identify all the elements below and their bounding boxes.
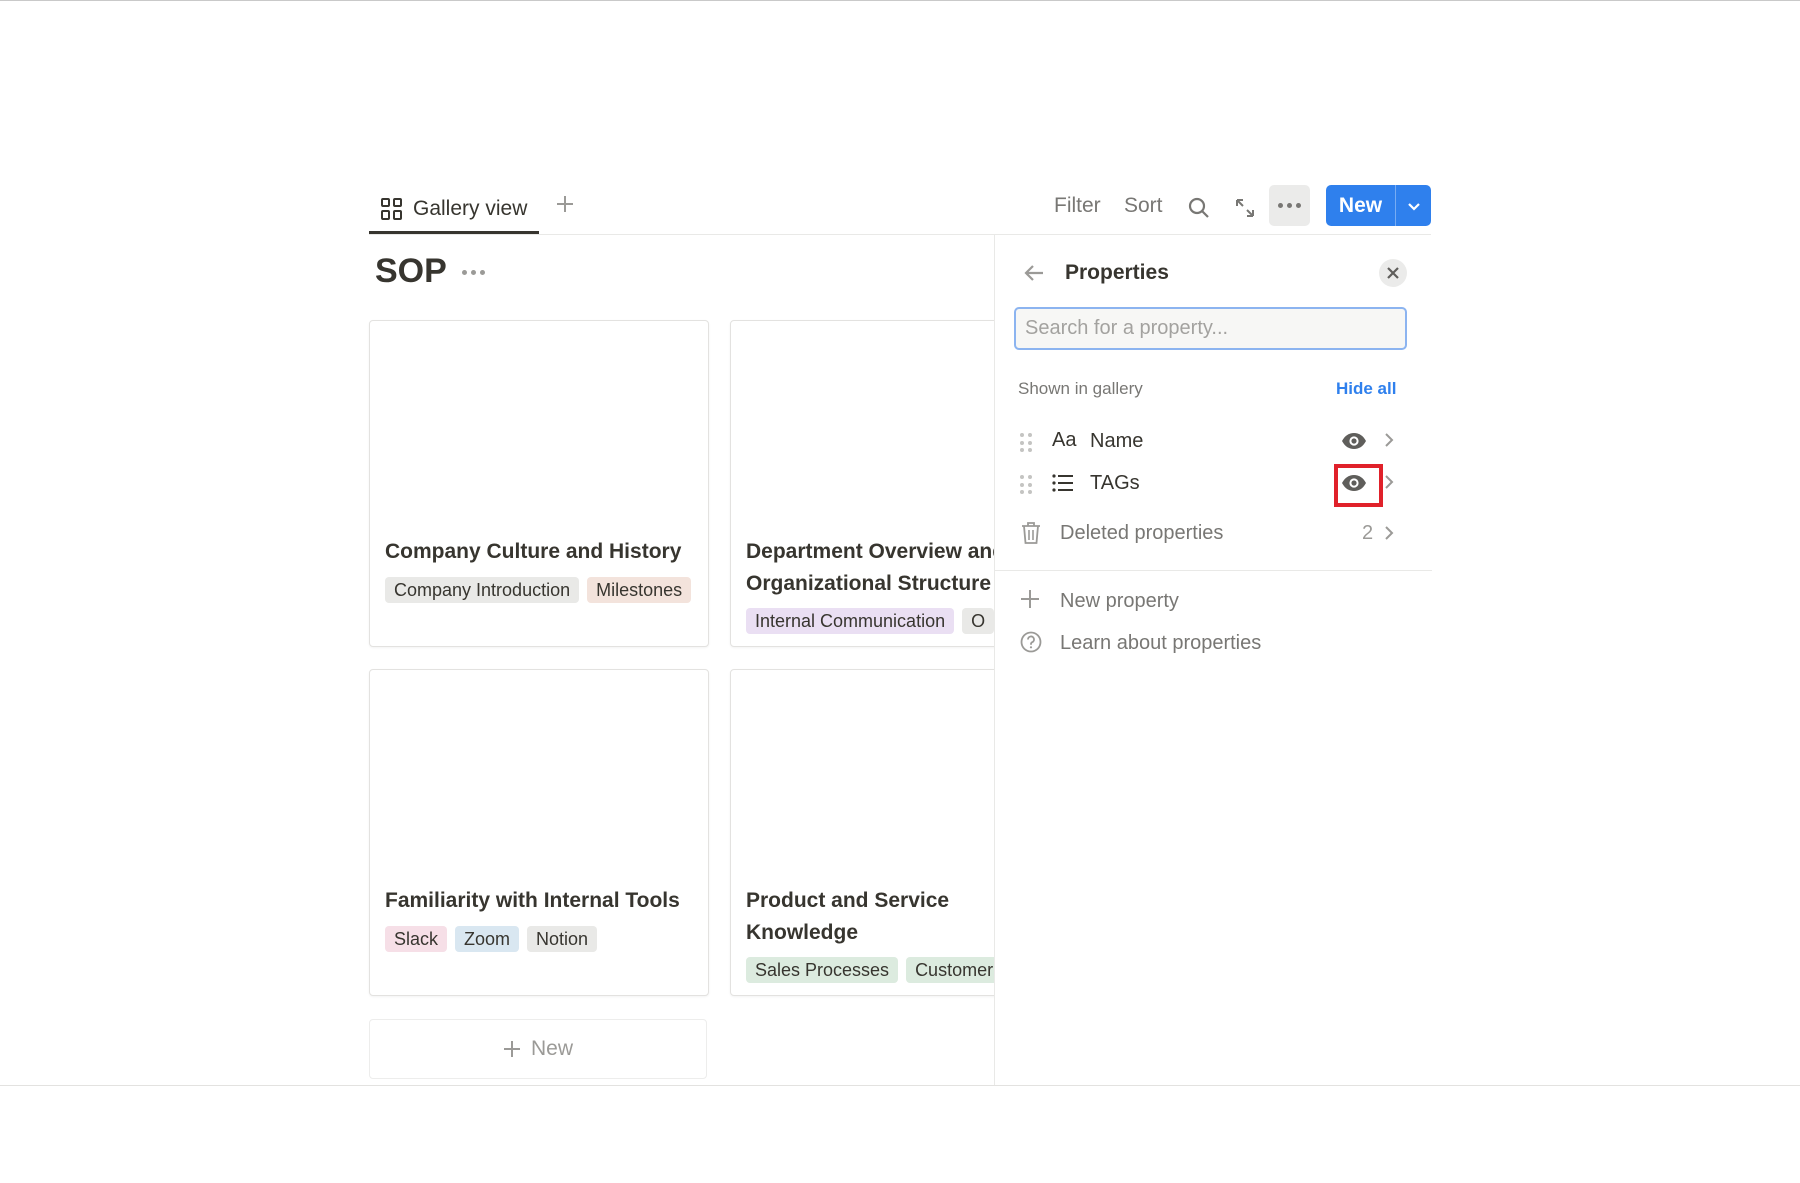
- properties-panel: Properties Shown in gallery Hide all Aa …: [994, 235, 1432, 1085]
- plus-icon: [557, 196, 573, 212]
- dot: [1020, 440, 1024, 445]
- dot: [1296, 203, 1301, 208]
- list-icon: [1052, 474, 1074, 498]
- deleted-properties-row[interactable]: Deleted properties 2: [1014, 517, 1414, 553]
- tag: Company Introduction: [385, 577, 580, 603]
- plus-icon: [1020, 589, 1040, 614]
- new-button-group: New: [1326, 185, 1431, 226]
- gallery-new-button[interactable]: New: [369, 1019, 707, 1079]
- tag: Zoom: [455, 926, 520, 952]
- card-tags: Company Introduction Milestones: [385, 577, 692, 603]
- chevron-right-icon[interactable]: [1384, 474, 1394, 495]
- tag: Internal Communication: [746, 608, 955, 634]
- card-title: Product and Service Knowledge: [746, 889, 950, 944]
- gallery-card[interactable]: Department Overview and Organizational S…: [730, 320, 995, 647]
- tag: Slack: [385, 926, 448, 952]
- property-name: Name: [1090, 430, 1144, 452]
- text-type-icon: Aa: [1052, 429, 1077, 451]
- card-tags: Sales Processes Customer: [746, 957, 995, 983]
- tab-gallery-view-label: Gallery view: [413, 196, 528, 220]
- dot: [1020, 433, 1024, 437]
- section-label-shown: Shown in gallery: [1018, 379, 1143, 398]
- dot: [1028, 448, 1032, 453]
- top-border: [0, 0, 1800, 1]
- gallery-card[interactable]: Company Culture and History Company Intr…: [369, 320, 709, 647]
- card-tags: Internal Communication O: [746, 608, 995, 634]
- card-title: Company Culture and History: [385, 540, 682, 563]
- dot: [1028, 490, 1032, 495]
- property-row-name[interactable]: Aa Name: [1014, 423, 1414, 461]
- dot: [1020, 448, 1024, 453]
- learn-about-properties-label: Learn about properties: [1060, 632, 1262, 654]
- property-row-tags[interactable]: TAGs: [1014, 464, 1414, 507]
- search-button[interactable]: [1183, 192, 1215, 224]
- deleted-properties-count: 2: [1362, 522, 1374, 544]
- close-icon: [1387, 267, 1399, 279]
- card-title: Department Overview and Organizational S…: [746, 540, 995, 595]
- property-name: TAGs: [1090, 472, 1140, 494]
- panel-divider: [995, 570, 1432, 571]
- drag-handle-icon[interactable]: [1020, 475, 1032, 495]
- tab-gallery-view[interactable]: Gallery view: [369, 186, 540, 234]
- drag-handle-icon[interactable]: [1020, 433, 1032, 453]
- visibility-toggle[interactable]: [1341, 432, 1367, 455]
- dot: [1028, 482, 1032, 487]
- dot: [1020, 475, 1024, 479]
- gallery-card[interactable]: Familiarity with Internal Tools Slack Zo…: [369, 669, 709, 996]
- gallery: Company Culture and History Company Intr…: [360, 300, 995, 1090]
- gallery-grid-icon: [381, 197, 403, 220]
- plus-icon: [503, 1041, 520, 1057]
- dot: [1028, 433, 1032, 437]
- database-more-button[interactable]: [462, 270, 485, 275]
- tag: Sales Processes: [746, 957, 899, 983]
- filter-button[interactable]: Filter: [1054, 194, 1101, 218]
- deleted-properties-label: Deleted properties: [1060, 522, 1224, 544]
- dot: [1020, 482, 1024, 487]
- dot: [471, 270, 476, 275]
- card-title: Familiarity with Internal Tools: [385, 889, 680, 912]
- new-property-button[interactable]: New property: [1014, 585, 1414, 619]
- database-title[interactable]: SOP: [375, 252, 447, 291]
- dot: [1278, 203, 1283, 208]
- arrow-left-icon: [1024, 265, 1043, 281]
- gallery-new-label: New: [530, 1037, 573, 1060]
- chevron-down-icon: [1407, 202, 1420, 211]
- highlight-box: [1334, 464, 1383, 507]
- dot: [462, 270, 467, 275]
- add-view-button[interactable]: [555, 190, 575, 220]
- gallery-card[interactable]: Product and Service Knowledge Sales Proc…: [730, 669, 995, 996]
- dot: [1020, 490, 1024, 495]
- panel-title: Properties: [1065, 261, 1169, 284]
- trash-icon: [1021, 521, 1041, 550]
- new-property-label: New property: [1060, 590, 1179, 612]
- dot: [1287, 203, 1292, 208]
- sort-button[interactable]: Sort: [1124, 194, 1163, 218]
- more-options-button[interactable]: [1269, 185, 1310, 226]
- hide-all-button[interactable]: Hide all: [1336, 379, 1396, 399]
- tag: Milestones: [587, 577, 692, 603]
- dot: [1028, 440, 1032, 445]
- learn-about-properties-link[interactable]: Learn about properties: [1014, 627, 1414, 661]
- search-icon: [1188, 197, 1209, 218]
- back-button[interactable]: [1023, 263, 1045, 288]
- dot: [480, 270, 485, 275]
- chevron-right-icon: [1384, 525, 1394, 546]
- expand-button[interactable]: [1229, 192, 1261, 224]
- tag: Customer: [906, 957, 995, 983]
- bottom-border: [0, 1085, 1800, 1086]
- new-dropdown-button[interactable]: [1396, 185, 1431, 226]
- close-button[interactable]: [1379, 259, 1407, 287]
- dot: [1028, 475, 1032, 479]
- help-circle-icon: [1020, 631, 1042, 658]
- chevron-right-icon[interactable]: [1384, 432, 1394, 453]
- new-button[interactable]: New: [1326, 185, 1396, 226]
- eye-icon: [1342, 433, 1366, 449]
- expand-arrows-icon: [1236, 199, 1254, 217]
- tag: Notion: [527, 926, 598, 952]
- card-tags: Slack Zoom Notion: [385, 926, 598, 952]
- property-search-input[interactable]: [1014, 307, 1407, 350]
- tag: O: [962, 608, 995, 634]
